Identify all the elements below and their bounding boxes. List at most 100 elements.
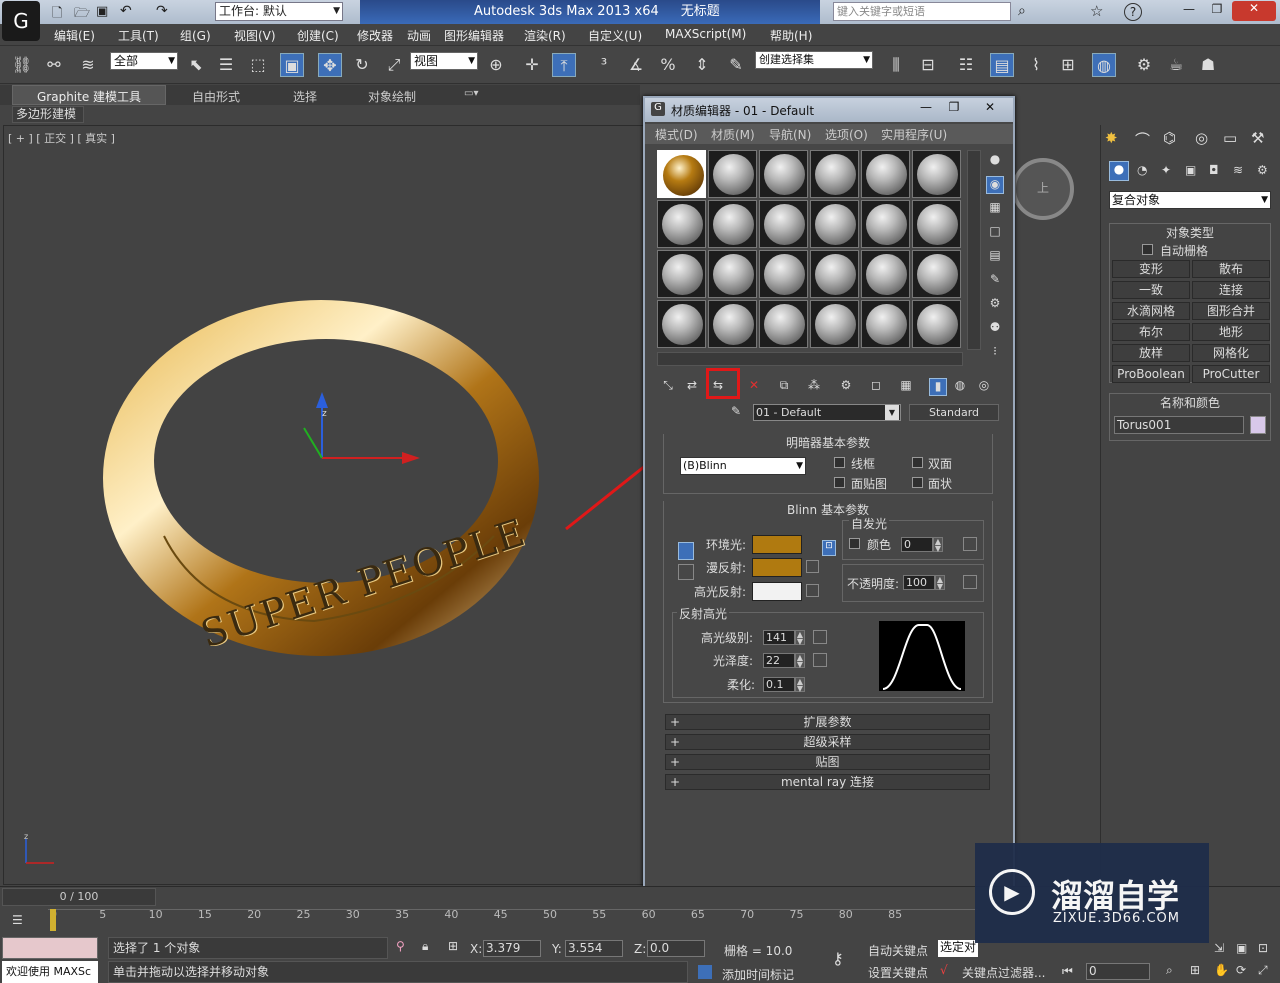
graphite-toggle-icon[interactable]: ▤: [990, 53, 1014, 77]
material-type-button[interactable]: Standard: [909, 404, 999, 421]
move-icon[interactable]: ✥: [318, 53, 342, 77]
menu-group[interactable]: 组(G): [180, 27, 211, 44]
spec-level-map-button[interactable]: [813, 630, 827, 644]
window-crossing-icon[interactable]: ▣: [280, 53, 304, 77]
zoom-extents-icon[interactable]: ⇲: [1214, 941, 1224, 955]
sample-slot[interactable]: [657, 200, 706, 248]
sample-slot[interactable]: [810, 250, 859, 298]
key-filters-icon[interactable]: √: [940, 963, 948, 977]
rotate-icon[interactable]: ↻: [350, 53, 374, 77]
open-file-icon[interactable]: 🗁: [74, 4, 90, 26]
rendered-frame-icon[interactable]: ☕: [1164, 53, 1188, 77]
spinner-icon[interactable]: ▲ ▼: [795, 677, 805, 693]
keyboard-shortcut-icon[interactable]: ⤒: [552, 53, 576, 77]
glossiness-map-button[interactable]: [813, 653, 827, 667]
systems-icon[interactable]: ⚙: [1257, 163, 1268, 177]
spinner-icon[interactable]: ▲ ▼: [933, 537, 943, 553]
show-map-icon[interactable]: ▦: [897, 378, 915, 396]
object-type-button[interactable]: 变形: [1112, 260, 1190, 278]
sample-slot[interactable]: [657, 150, 706, 198]
minimize-button[interactable]: —: [1176, 2, 1202, 20]
sample-slot[interactable]: [912, 300, 961, 348]
mirror-icon[interactable]: ⫼: [884, 53, 908, 77]
select-by-name-icon[interactable]: ☰: [214, 53, 238, 77]
time-marker[interactable]: [50, 909, 56, 931]
space-warps-icon[interactable]: ≋: [1233, 163, 1243, 177]
orbit-icon[interactable]: ⟳: [1236, 963, 1246, 977]
lock-icon[interactable]: ⊡: [822, 540, 836, 556]
menu-edit[interactable]: 编辑(E): [54, 27, 95, 44]
angle-snap-icon[interactable]: ∡: [624, 53, 648, 77]
menu-views[interactable]: 视图(V): [234, 27, 276, 44]
opacity-map-button[interactable]: [963, 575, 977, 589]
object-name-field[interactable]: Torus001: [1114, 416, 1244, 434]
sample-slot[interactable]: [810, 200, 859, 248]
self-illum-color-checkbox[interactable]: [849, 538, 860, 549]
menu-utilities[interactable]: 实用程序(U): [881, 126, 947, 143]
percent-snap-icon[interactable]: %: [656, 53, 680, 77]
blinn-rollout-title[interactable]: Blinn 基本参数: [664, 501, 992, 517]
diffuse-color-swatch[interactable]: [752, 558, 802, 577]
sample-slot[interactable]: [912, 200, 961, 248]
object-type-title[interactable]: 对象类型: [1110, 224, 1270, 241]
select-manipulate-icon[interactable]: ✛: [520, 53, 544, 77]
time-slider[interactable]: 0 / 100: [2, 888, 156, 906]
category-select[interactable]: 复合对象 ▼: [1109, 191, 1271, 209]
mental-ray-rollout[interactable]: + mental ray 连接: [665, 774, 990, 790]
sample-slot[interactable]: [708, 200, 757, 248]
prev-frame-icon[interactable]: ⏮: [1062, 964, 1073, 979]
time-tag-icon[interactable]: [698, 965, 712, 979]
options-icon[interactable]: ⚙: [986, 296, 1004, 314]
slots-hscrollbar[interactable]: [657, 352, 963, 366]
shader-select[interactable]: (B)Blinn ▼: [680, 457, 806, 475]
material-id-icon[interactable]: ◻: [867, 378, 885, 396]
material-name-field[interactable]: 01 - Default: [753, 404, 901, 421]
close-button[interactable]: ✕: [1232, 1, 1276, 21]
sample-slot[interactable]: [708, 300, 757, 348]
object-color-swatch[interactable]: [1250, 416, 1266, 434]
motion-tab-icon[interactable]: ◎: [1195, 129, 1208, 147]
spinner-snap-icon[interactable]: ⇕: [690, 53, 714, 77]
menu-graph-editors[interactable]: 图形编辑器: [444, 27, 504, 44]
auto-grid-checkbox[interactable]: [1142, 244, 1153, 255]
key-filters-button[interactable]: 关键点过滤器...: [962, 964, 1045, 981]
go-sibling-icon[interactable]: ◎: [975, 378, 993, 396]
video-check-icon[interactable]: ▤: [986, 248, 1004, 266]
sample-slot[interactable]: [657, 250, 706, 298]
menu-tools[interactable]: 工具(T): [118, 27, 159, 44]
slots-scrollbar[interactable]: [967, 150, 981, 350]
field-of-view-icon[interactable]: ▣: [1236, 941, 1247, 955]
object-type-button[interactable]: 放样: [1112, 344, 1190, 362]
geometry-icon[interactable]: ●: [1109, 161, 1129, 181]
save-icon[interactable]: ▣: [96, 4, 108, 19]
sample-slot[interactable]: [657, 300, 706, 348]
material-editor-icon[interactable]: ◍: [1092, 53, 1116, 77]
x-coordinate-field[interactable]: 3.379: [483, 940, 541, 957]
current-frame-field[interactable]: 0: [1086, 963, 1150, 980]
menu-options[interactable]: 选项(O): [825, 126, 868, 143]
tab-freeform[interactable]: 自由形式: [192, 88, 240, 105]
rectangle-selection-icon[interactable]: ⬚: [246, 53, 270, 77]
tab-graphite-modeling[interactable]: Graphite 建模工具: [12, 85, 167, 105]
object-type-button[interactable]: 地形: [1192, 323, 1270, 341]
reference-coordinate-select[interactable]: 视图 ▼: [410, 52, 478, 70]
isolate-icon[interactable]: ⚲: [396, 939, 405, 953]
help-icon[interactable]: ?: [1124, 3, 1142, 21]
selected-dropdown[interactable]: 选定对: [938, 940, 978, 957]
object-type-button[interactable]: 散布: [1192, 260, 1270, 278]
supersampling-rollout[interactable]: + 超级采样: [665, 734, 990, 750]
extended-params-rollout[interactable]: + 扩展参数: [665, 714, 990, 730]
sample-slot[interactable]: [708, 250, 757, 298]
undo-icon[interactable]: ↶: [120, 3, 132, 19]
name-color-title[interactable]: 名称和颜色: [1110, 394, 1270, 411]
sample-slot[interactable]: [759, 150, 808, 198]
ambient-color-swatch[interactable]: [752, 535, 802, 554]
faceted-checkbox[interactable]: [912, 477, 923, 488]
copy-material-icon[interactable]: ⧉: [775, 378, 793, 396]
scale-icon[interactable]: ⤢: [382, 53, 406, 77]
object-type-button[interactable]: 连接: [1192, 281, 1270, 299]
spinner-icon[interactable]: ▲ ▼: [795, 653, 805, 669]
key-icon[interactable]: ⚷: [832, 949, 844, 968]
face-map-checkbox[interactable]: [834, 477, 845, 488]
display-tab-icon[interactable]: ▭: [1223, 129, 1237, 147]
